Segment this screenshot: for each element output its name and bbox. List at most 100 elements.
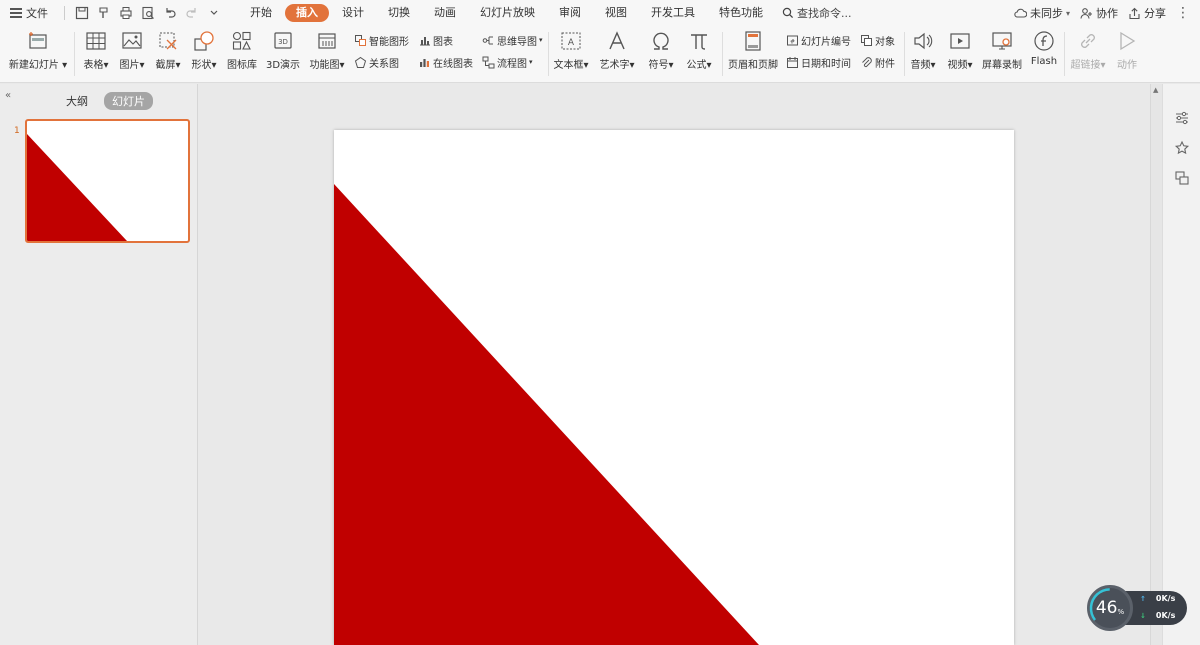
collaborate-label: 协作 <box>1096 7 1118 20</box>
selection-pane-icon[interactable] <box>1174 170 1190 186</box>
attachment-label: 附件 <box>875 58 895 70</box>
header-footer-button[interactable]: 页眉和页脚 <box>726 26 780 82</box>
relation-chart-button[interactable]: 关系图 <box>354 53 399 71</box>
object-icon <box>861 34 872 46</box>
icon-library-label: 图标库 <box>227 60 257 71</box>
tab-animations[interactable]: 动画 <box>423 4 467 22</box>
chart-button[interactable]: 图表 <box>418 31 453 49</box>
3d-demo-button[interactable]: 3D 3D演示 <box>264 26 302 82</box>
properties-icon[interactable] <box>1174 110 1190 126</box>
smart-shape-icon <box>355 34 366 46</box>
mindmap-button[interactable]: 思维导图 ▾ <box>482 31 543 49</box>
print-icon[interactable] <box>115 3 137 23</box>
flash-label: Flash <box>1030 56 1058 67</box>
3d-demo-label: 3D演示 <box>265 60 301 71</box>
formula-label: 公式 <box>686 60 707 71</box>
gauge-arc <box>1089 588 1131 621</box>
undo-icon[interactable] <box>159 3 181 23</box>
current-slide[interactable] <box>334 130 1014 645</box>
smart-shape-button[interactable]: 智能图形 <box>354 31 409 49</box>
shape-button[interactable]: 形状▾ <box>188 26 220 82</box>
ribbon-tabs: 开始 插入 设计 切换 动画 幻灯片放映 审阅 视图 开发工具 特色功能 <box>239 0 776 26</box>
picture-button[interactable]: 图片▾ <box>116 26 148 82</box>
sync-status-label: 未同步 <box>1029 7 1063 20</box>
audio-button[interactable]: 音频▾ <box>906 26 940 82</box>
table-icon <box>86 32 106 50</box>
icon-library-button[interactable]: 图标库 <box>224 26 260 82</box>
tab-view[interactable]: 视图 <box>594 4 638 22</box>
slide-red-triangle[interactable] <box>334 130 1014 645</box>
print-preview-icon[interactable] <box>137 3 159 23</box>
tab-features[interactable]: 特色功能 <box>708 4 774 22</box>
object-button[interactable]: 对象 <box>860 31 895 49</box>
function-chart-button[interactable]: 功能图▾ <box>306 26 348 82</box>
header-footer-label: 页眉和页脚 <box>728 60 778 71</box>
object-label: 对象 <box>875 36 895 48</box>
new-slide-icon <box>29 32 47 49</box>
slide-number-button[interactable]: # 幻灯片编号 <box>786 31 851 49</box>
function-chart-icon <box>318 33 336 49</box>
wordart-button[interactable]: 艺术字▾ <box>599 26 635 82</box>
attachment-button[interactable]: 附件 <box>860 53 895 71</box>
user-plus-icon <box>1080 7 1092 19</box>
wordart-icon <box>609 31 625 50</box>
tab-home[interactable]: 开始 <box>239 4 283 22</box>
picture-icon <box>122 32 142 49</box>
online-chart-label: 在线图表 <box>433 58 473 70</box>
vertical-scrollbar[interactable]: ▲ <box>1150 84 1162 645</box>
flash-button[interactable]: Flash <box>1028 26 1060 82</box>
action-button[interactable]: 动作 <box>1110 26 1144 82</box>
header-footer-icon <box>745 31 761 51</box>
formula-button[interactable]: 公式▾ <box>682 26 716 82</box>
tab-insert[interactable]: 插入 <box>285 4 329 22</box>
flowchart-icon <box>482 56 495 68</box>
link-icon <box>1081 34 1095 48</box>
tab-slideshow[interactable]: 幻灯片放映 <box>469 4 546 22</box>
slide-thumbnail-number: 1 <box>14 126 20 136</box>
tab-review[interactable]: 审阅 <box>548 4 592 22</box>
mindmap-label: 思维导图 <box>497 36 537 48</box>
sync-status[interactable]: 未同步 ▾ <box>1014 5 1070 21</box>
hyperlink-button[interactable]: 超链接▾ <box>1068 26 1108 82</box>
screen-record-label: 屏幕录制 <box>982 60 1022 71</box>
redo-icon[interactable] <box>181 3 203 23</box>
screen-record-icon <box>992 32 1012 50</box>
screenshot-button[interactable]: 截屏▾ <box>152 26 184 82</box>
customize-dropdown-icon[interactable] <box>203 3 225 23</box>
animation-pane-icon[interactable] <box>1174 140 1190 156</box>
screen-record-button[interactable]: 屏幕录制 <box>980 26 1024 82</box>
scroll-up-icon[interactable]: ▲ <box>1153 86 1158 94</box>
video-button[interactable]: 视频▾ <box>942 26 978 82</box>
format-painter-icon[interactable] <box>93 3 115 23</box>
flowchart-button[interactable]: 流程图 ▾ <box>482 53 533 71</box>
divider <box>548 32 549 76</box>
save-icon[interactable] <box>71 3 93 23</box>
calendar-icon <box>787 56 798 68</box>
flowchart-label: 流程图 <box>497 58 527 70</box>
tab-design[interactable]: 设计 <box>331 4 375 22</box>
video-icon <box>950 33 970 49</box>
table-button[interactable]: 表格▾ <box>80 26 112 82</box>
new-slide-button[interactable]: 新建幻灯片 ▾ <box>8 26 68 82</box>
network-speed-widget[interactable]: 46% ↑ 0K/s ↓ 0K/s <box>1087 585 1187 631</box>
menu-bar: 文件 开始 插入 设计 切换 动画 幻灯片放映 审阅 视图 开发工具 特色功能 … <box>0 0 1200 26</box>
svg-text:3D: 3D <box>278 38 288 46</box>
slide-thumbnail[interactable] <box>25 119 190 243</box>
collapse-pane-icon[interactable]: « <box>5 90 11 101</box>
tab-transitions[interactable]: 切换 <box>377 4 421 22</box>
svg-text:#: # <box>790 38 795 45</box>
cloud-icon <box>1014 8 1027 18</box>
tab-slides[interactable]: 幻灯片 <box>104 92 153 110</box>
textbox-button[interactable]: A 文本框▾ <box>553 26 589 82</box>
command-search[interactable]: 查找命令... <box>782 5 852 21</box>
more-options-icon[interactable]: ⋮ <box>1176 5 1190 21</box>
collaborate-button[interactable]: 协作 <box>1080 5 1118 21</box>
symbol-button[interactable]: 符号▾ <box>644 26 678 82</box>
tab-outline[interactable]: 大纲 <box>58 92 96 110</box>
share-button[interactable]: 分享 <box>1128 5 1166 21</box>
symbol-label: 符号 <box>648 60 669 71</box>
online-chart-button[interactable]: 在线图表 <box>418 53 473 71</box>
datetime-button[interactable]: 日期和时间 <box>786 53 851 71</box>
tab-developer[interactable]: 开发工具 <box>640 4 706 22</box>
file-menu[interactable]: 文件 <box>10 5 58 21</box>
